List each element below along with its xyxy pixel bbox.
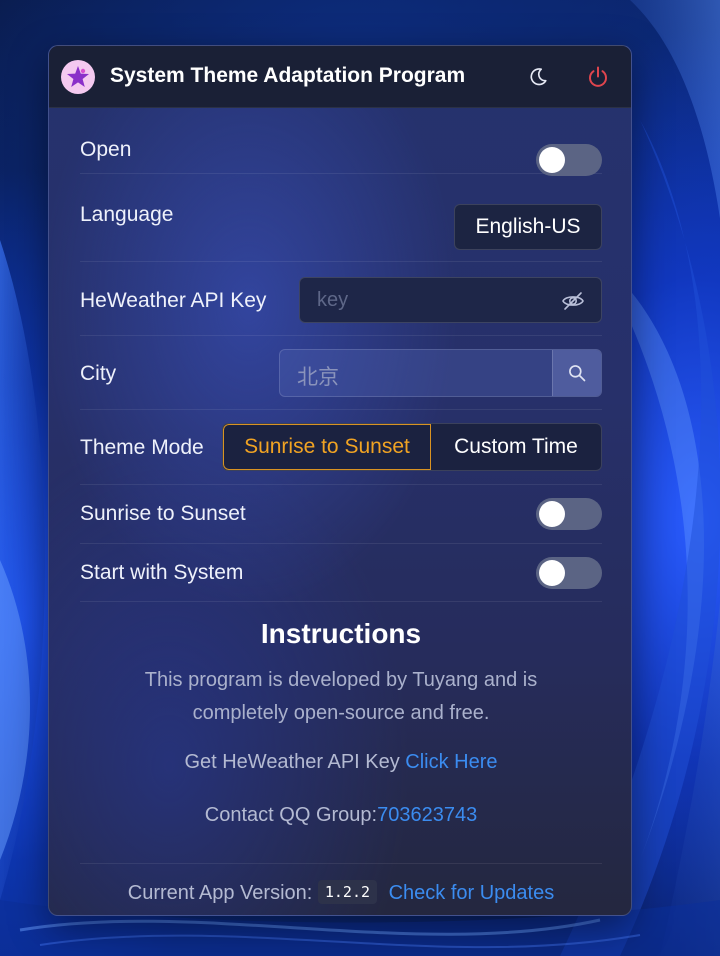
instructions-text: This program is developed by Tuyang and … xyxy=(144,669,538,724)
toggle-knob xyxy=(539,147,565,173)
qq-group-line: Contact QQ Group:703623743 xyxy=(80,804,602,827)
instructions-section: Instructions This program is developed b… xyxy=(80,618,602,827)
search-icon[interactable] xyxy=(552,350,601,396)
api-key-label: HeWeather API Key xyxy=(80,289,267,312)
api-key-placeholder: key xyxy=(317,289,349,311)
language-label: Language xyxy=(80,203,174,226)
language-select-button[interactable]: English-US xyxy=(454,204,602,250)
qq-group-prefix: Contact QQ Group: xyxy=(204,804,378,826)
theme-mode-option-sunrise-to-sunset[interactable]: Sunrise to Sunset xyxy=(223,424,431,470)
version-prefix: Current App Version: xyxy=(127,882,318,904)
setting-row-language: Language English-US xyxy=(80,173,602,262)
toggle-knob xyxy=(539,560,565,586)
theme-mode-option-custom-time[interactable]: Custom Time xyxy=(431,424,601,470)
setting-row-city: City 北京 xyxy=(80,335,602,410)
setting-row-sunrise-to-sunset: Sunrise to Sunset xyxy=(80,484,602,544)
start-with-system-label: Start with System xyxy=(80,561,244,584)
api-key-link-prefix: Get HeWeather API Key xyxy=(184,751,406,773)
sunrise-to-sunset-toggle[interactable] xyxy=(536,498,602,530)
app-window: System Theme Adaptation Program Open Lan… xyxy=(48,45,632,916)
api-key-input[interactable]: key xyxy=(299,277,602,323)
check-updates-link[interactable]: Check for Updates xyxy=(389,882,555,904)
moon-icon[interactable] xyxy=(525,64,551,90)
eye-off-icon[interactable] xyxy=(561,289,585,313)
city-label: City xyxy=(80,362,117,385)
api-key-link-line: Get HeWeather API Key Click Here xyxy=(80,751,602,774)
setting-row-api-key: HeWeather API Key key xyxy=(80,261,602,336)
theme-mode-label: Theme Mode xyxy=(80,436,204,459)
setting-row-theme-mode: Theme Mode Sunrise to Sunset Custom Time xyxy=(80,409,602,485)
qq-group-link[interactable]: 703623743 xyxy=(377,804,477,826)
app-logo-star-icon xyxy=(61,60,95,94)
version-footer: Current App Version: 1.2.2 Check for Upd… xyxy=(80,863,602,905)
power-icon[interactable] xyxy=(585,64,611,90)
sunrise-to-sunset-label: Sunrise to Sunset xyxy=(80,502,246,525)
setting-row-start-with-system: Start with System xyxy=(80,543,602,602)
instructions-title: Instructions xyxy=(260,618,422,649)
api-key-link[interactable]: Click Here xyxy=(405,751,497,773)
open-toggle[interactable] xyxy=(536,144,602,176)
window-title: System Theme Adaptation Program xyxy=(110,64,466,87)
city-placeholder: 北京 xyxy=(297,366,339,389)
toggle-knob xyxy=(539,501,565,527)
theme-mode-segmented-control: Sunrise to Sunset Custom Time xyxy=(222,423,602,471)
city-input[interactable]: 北京 xyxy=(279,349,602,397)
setting-row-open: Open xyxy=(80,108,602,176)
version-badge: 1.2.2 xyxy=(317,880,378,904)
start-with-system-toggle[interactable] xyxy=(536,557,602,589)
open-label: Open xyxy=(80,138,132,161)
title-bar: System Theme Adaptation Program xyxy=(49,46,631,108)
